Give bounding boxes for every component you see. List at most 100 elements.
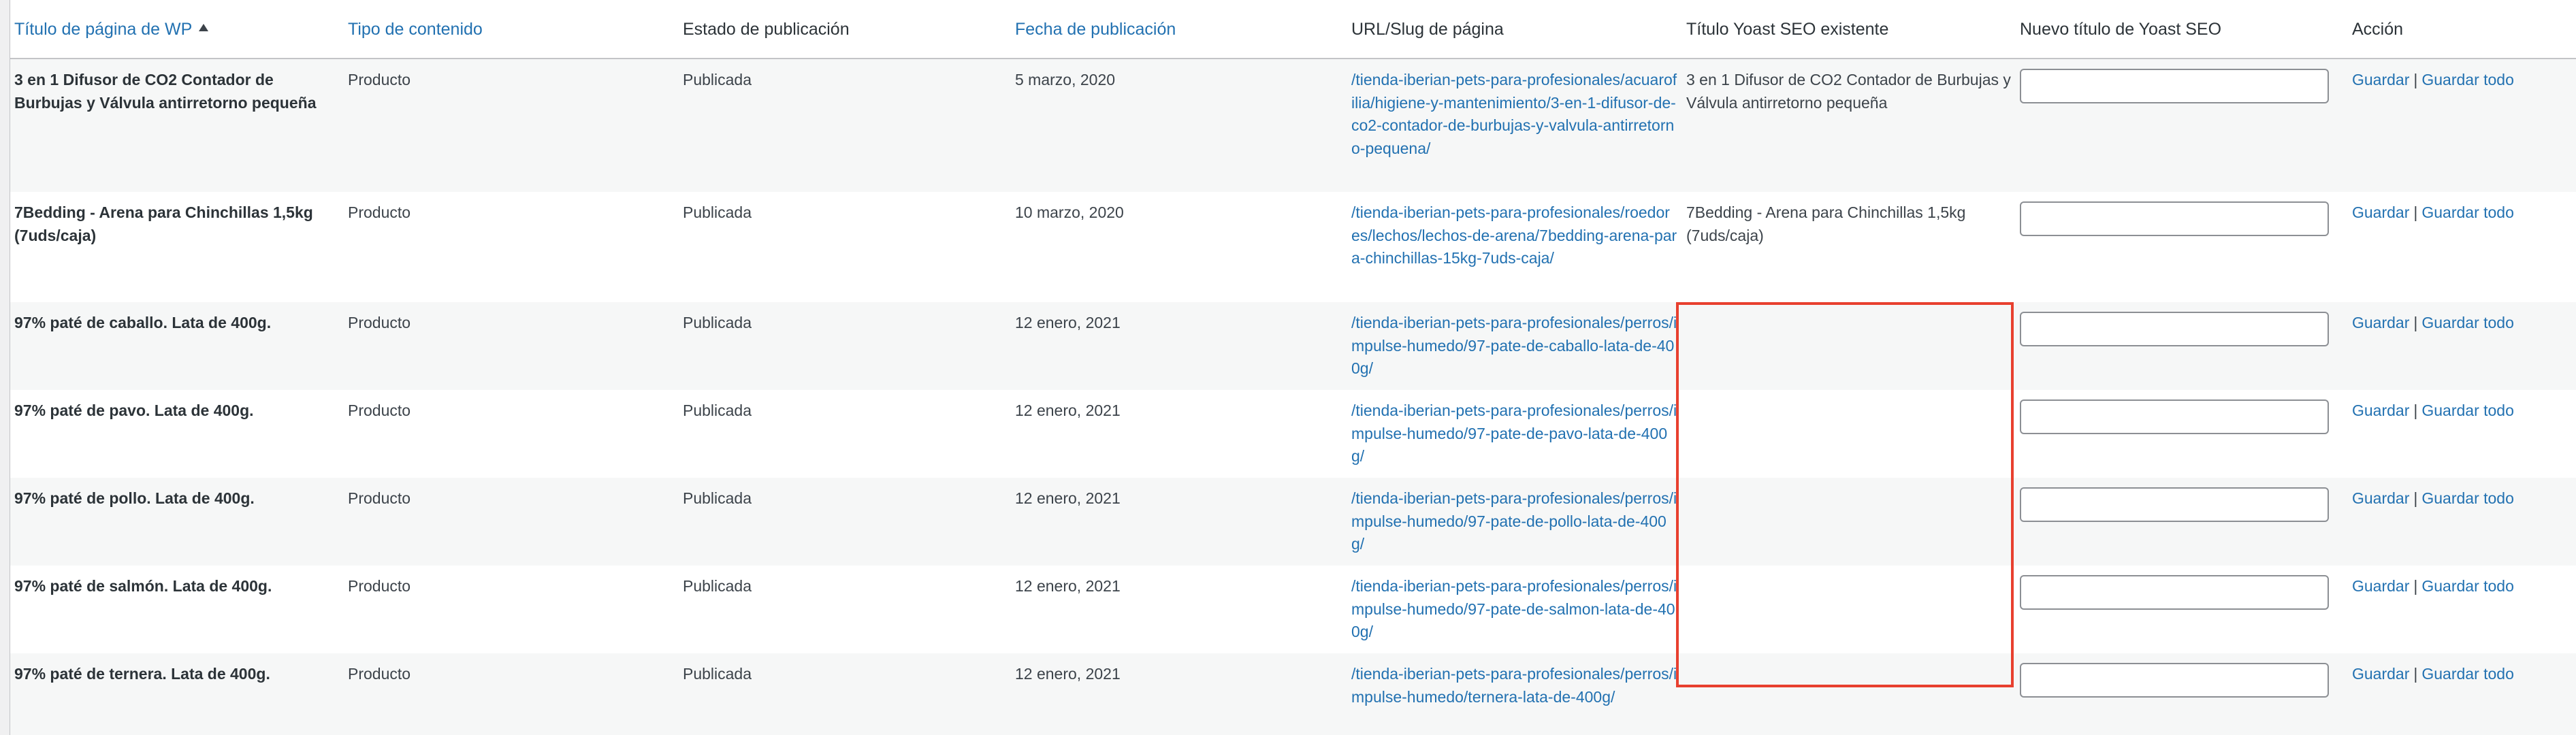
row-status: Publicada <box>683 71 752 88</box>
new-yoast-title-input[interactable] <box>2020 312 2329 346</box>
table-row: 97% paté de pollo. Lata de 400g. Product… <box>10 478 2576 566</box>
row-new-title-cell <box>2016 478 2348 566</box>
table-row: 97% paté de salmón. Lata de 400g. Produc… <box>10 566 2576 653</box>
column-header-label: Tipo de contenido <box>348 20 483 39</box>
column-header-action: Acción <box>2348 0 2576 59</box>
save-button[interactable]: Guardar <box>2352 489 2409 507</box>
row-new-title-cell <box>2016 566 2348 653</box>
new-yoast-title-input[interactable] <box>2020 201 2329 236</box>
column-header-content-type[interactable]: Tipo de contenido <box>344 0 679 59</box>
row-status: Publicada <box>683 489 752 507</box>
column-header-existing-yoast-title: Título Yoast SEO existente <box>1682 0 2016 59</box>
save-button[interactable]: Guardar <box>2352 402 2409 419</box>
column-header-slug: URL/Slug de página <box>1347 0 1682 59</box>
row-title: 3 en 1 Difusor de CO2 Contador de Burbuj… <box>14 71 317 112</box>
save-all-button[interactable]: Guardar todo <box>2421 71 2514 88</box>
column-header-status: Estado de publicación <box>679 0 1011 59</box>
row-existing-yoast-title <box>1682 302 2016 390</box>
row-actions: Guardar | Guardar todo <box>2348 478 2576 566</box>
save-all-button[interactable]: Guardar todo <box>2421 489 2514 507</box>
save-button[interactable]: Guardar <box>2352 71 2409 88</box>
row-title: 97% paté de pollo. Lata de 400g. <box>14 489 255 507</box>
row-date: 12 enero, 2021 <box>1015 489 1121 507</box>
table-row: 97% paté de ternera. Lata de 400g. Produ… <box>10 653 2576 735</box>
save-button[interactable]: Guardar <box>2352 577 2409 595</box>
action-separator: | <box>2413 71 2418 88</box>
row-status: Publicada <box>683 577 752 595</box>
row-slug-link[interactable]: /tienda-iberian-pets-para-profesionales/… <box>1351 665 1677 706</box>
row-existing-yoast-title <box>1682 653 2016 735</box>
save-all-button[interactable]: Guardar todo <box>2421 577 2514 595</box>
column-header-label: Fecha de publicación <box>1015 20 1176 39</box>
row-actions: Guardar | Guardar todo <box>2348 302 2576 390</box>
row-new-title-cell <box>2016 653 2348 735</box>
row-slug-link[interactable]: /tienda-iberian-pets-para-profesionales/… <box>1351 577 1677 640</box>
action-separator: | <box>2413 577 2418 595</box>
row-slug-cell: /tienda-iberian-pets-para-profesionales/… <box>1347 59 1682 192</box>
row-slug-link[interactable]: /tienda-iberian-pets-para-profesionales/… <box>1351 203 1677 267</box>
column-header-label: Título de página de WP <box>14 20 193 39</box>
row-slug-cell: /tienda-iberian-pets-para-profesionales/… <box>1347 390 1682 478</box>
row-date: 12 enero, 2021 <box>1015 665 1121 683</box>
bulk-editor-panel: Título de página de WP Tipo de contenido… <box>10 0 2576 735</box>
row-slug-cell: /tienda-iberian-pets-para-profesionales/… <box>1347 192 1682 302</box>
row-existing-yoast-title: 3 en 1 Difusor de CO2 Contador de Burbuj… <box>1686 71 2011 112</box>
column-header-label: Acción <box>2352 20 2404 39</box>
table-row: 97% paté de pavo. Lata de 400g. Producto… <box>10 390 2576 478</box>
new-yoast-title-input[interactable] <box>2020 399 2329 434</box>
row-slug-link[interactable]: /tienda-iberian-pets-para-profesionales/… <box>1351 402 1677 465</box>
save-all-button[interactable]: Guardar todo <box>2421 402 2514 419</box>
column-header-label: Título Yoast SEO existente <box>1686 20 1889 39</box>
row-slug-link[interactable]: /tienda-iberian-pets-para-profesionales/… <box>1351 314 1677 377</box>
save-all-button[interactable]: Guardar todo <box>2421 665 2514 683</box>
action-separator: | <box>2413 203 2418 221</box>
table-header-row: Título de página de WP Tipo de contenido… <box>10 0 2576 59</box>
row-title: 97% paté de ternera. Lata de 400g. <box>14 665 270 683</box>
row-status: Publicada <box>683 203 752 221</box>
row-slug-cell: /tienda-iberian-pets-para-profesionales/… <box>1347 653 1682 735</box>
new-yoast-title-input[interactable] <box>2020 575 2329 610</box>
row-date: 5 marzo, 2020 <box>1015 71 1116 88</box>
row-existing-yoast-title: 7Bedding - Arena para Chinchillas 1,5kg … <box>1686 203 1966 244</box>
row-new-title-cell <box>2016 302 2348 390</box>
row-content-type: Producto <box>348 577 411 595</box>
action-separator: | <box>2413 402 2418 419</box>
row-status: Publicada <box>683 402 752 419</box>
row-existing-yoast-title <box>1682 390 2016 478</box>
action-separator: | <box>2413 489 2418 507</box>
row-actions: Guardar | Guardar todo <box>2348 390 2576 478</box>
save-all-button[interactable]: Guardar todo <box>2421 314 2514 331</box>
save-button[interactable]: Guardar <box>2352 314 2409 331</box>
yoast-title-table: Título de página de WP Tipo de contenido… <box>10 0 2576 735</box>
row-date: 12 enero, 2021 <box>1015 314 1121 331</box>
row-new-title-cell <box>2016 59 2348 192</box>
column-header-date[interactable]: Fecha de publicación <box>1011 0 1347 59</box>
row-existing-yoast-title <box>1682 478 2016 566</box>
save-button[interactable]: Guardar <box>2352 665 2409 683</box>
column-header-wp-title[interactable]: Título de página de WP <box>10 0 344 59</box>
new-yoast-title-input[interactable] <box>2020 663 2329 698</box>
column-header-label: URL/Slug de página <box>1351 20 1504 39</box>
new-yoast-title-input[interactable] <box>2020 487 2329 522</box>
action-separator: | <box>2413 314 2418 331</box>
action-separator: | <box>2413 665 2418 683</box>
sort-ascending-icon <box>199 24 209 31</box>
row-slug-link[interactable]: /tienda-iberian-pets-para-profesionales/… <box>1351 489 1677 553</box>
row-status: Publicada <box>683 314 752 331</box>
row-content-type: Producto <box>348 203 411 221</box>
new-yoast-title-input[interactable] <box>2020 69 2329 103</box>
column-header-label: Nuevo título de Yoast SEO <box>2020 20 2222 39</box>
row-new-title-cell <box>2016 192 2348 302</box>
row-slug-link[interactable]: /tienda-iberian-pets-para-profesionales/… <box>1351 71 1677 157</box>
row-actions: Guardar | Guardar todo <box>2348 59 2576 192</box>
row-actions: Guardar | Guardar todo <box>2348 653 2576 735</box>
save-all-button[interactable]: Guardar todo <box>2421 203 2514 221</box>
row-slug-cell: /tienda-iberian-pets-para-profesionales/… <box>1347 478 1682 566</box>
row-date: 12 enero, 2021 <box>1015 402 1121 419</box>
save-button[interactable]: Guardar <box>2352 203 2409 221</box>
row-content-type: Producto <box>348 665 411 683</box>
row-slug-cell: /tienda-iberian-pets-para-profesionales/… <box>1347 566 1682 653</box>
row-content-type: Producto <box>348 314 411 331</box>
row-new-title-cell <box>2016 390 2348 478</box>
row-title: 97% paté de salmón. Lata de 400g. <box>14 577 272 595</box>
